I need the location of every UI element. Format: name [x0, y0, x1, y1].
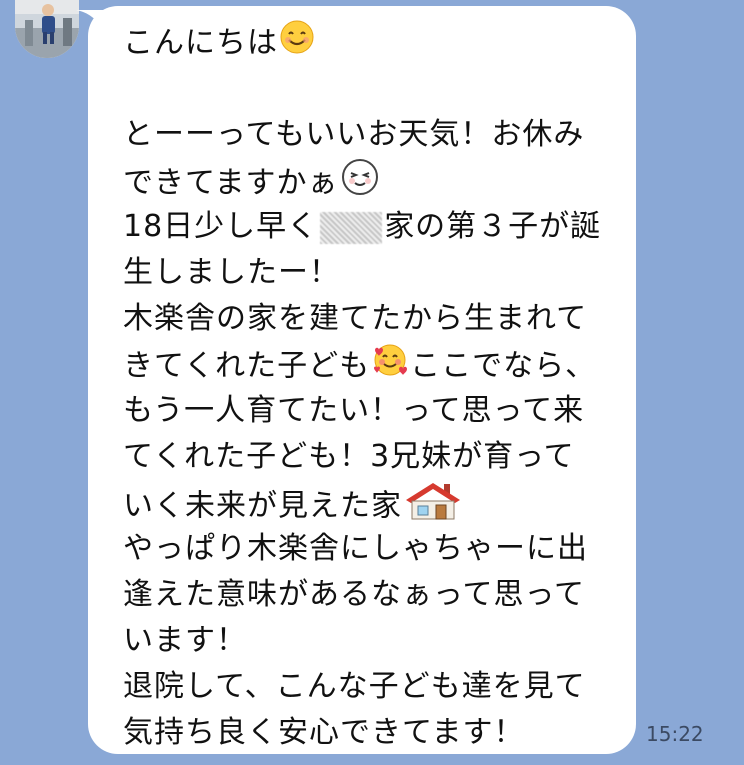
line-text: できてますかぁ [123, 165, 339, 201]
redacted-name [320, 211, 383, 244]
line-text: 家の第３子が誕 [384, 209, 602, 244]
message-timestamp: 15:22 [646, 722, 704, 746]
message-line: やっぱり木楽舎にしゃちゃーに出 [123, 531, 588, 566]
avatar[interactable] [15, 0, 79, 58]
message-line: います！ [123, 623, 247, 658]
message-line: こんにちは [123, 20, 623, 66]
message-line: もう一人育てたい！って思って来 [123, 393, 585, 428]
line-text: こんにちは [123, 25, 278, 61]
message-text: こんにちは とーーってもいいお天気！お休み できてますかぁ 18日少し早く 家の第… [123, 20, 623, 756]
message-line: 逢えた意味があるなぁって思って [123, 577, 585, 612]
message-line: 18日少し早く 家の第３子が誕 [123, 204, 623, 250]
message-bubble[interactable]: こんにちは とーーってもいいお天気！お休み できてますかぁ 18日少し早く 家の第… [76, 6, 636, 756]
message-line: てくれた子ども！3兄妹が育って [123, 439, 575, 474]
message-line: とーーってもいいお天気！お休み [123, 117, 585, 152]
message-line: 気持ち良く安心できてます！ [123, 715, 525, 750]
line-text: いく未来が見えた家 [123, 488, 402, 524]
line-text: 18日少し早く [123, 209, 319, 244]
line-text: きてくれた子ども [123, 348, 371, 384]
message-line: きてくれた子ども ここでなら、 [123, 342, 623, 388]
squinting-face-emoji-icon [341, 158, 379, 210]
message-line-blank [123, 66, 623, 112]
chat-area: こんにちは とーーってもいいお天気！お休み できてますかぁ 18日少し早く 家の第… [0, 0, 744, 765]
message-line: 木楽舎の家を建てたから生まれて [123, 301, 588, 336]
message-line: 退院して、こんな子ども達を見て [123, 669, 586, 704]
message-line: いく未来が見えた家 [123, 480, 623, 526]
message-line: できてますかぁ [123, 158, 623, 204]
message-line: 生しましたー！ [123, 255, 340, 290]
line-text: ここでなら、 [410, 348, 597, 384]
smiling-face-with-hearts-emoji-icon [372, 342, 408, 392]
smiling-face-emoji-icon [280, 20, 314, 68]
